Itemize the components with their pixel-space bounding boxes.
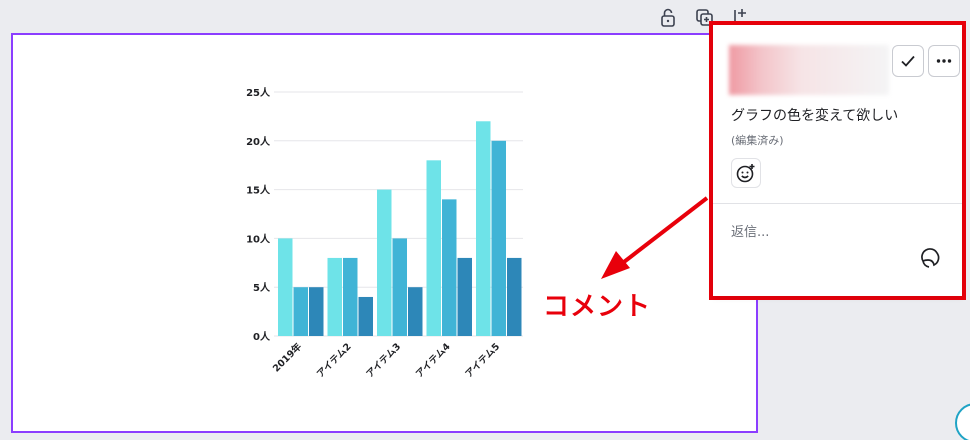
comment-text: グラフの色を変えて欲しい xyxy=(731,108,899,124)
check-icon xyxy=(901,55,915,67)
add-reaction-button[interactable] xyxy=(731,158,761,188)
more-options-button[interactable] xyxy=(928,45,960,77)
add-reaction-icon xyxy=(736,164,755,183)
more-icon xyxy=(936,59,952,63)
sticker-icon xyxy=(921,248,940,268)
resolve-button[interactable] xyxy=(892,45,924,77)
reply-input[interactable]: 返信... xyxy=(731,221,769,240)
divider xyxy=(713,203,962,204)
edited-label: (編集済み) xyxy=(731,134,784,147)
callout-label: コメント xyxy=(543,292,652,322)
sticker-button[interactable] xyxy=(919,247,943,271)
comment-panel: グラフの色を変えて欲しい (編集済み) 返信... xyxy=(709,21,966,300)
avatar xyxy=(729,45,889,95)
